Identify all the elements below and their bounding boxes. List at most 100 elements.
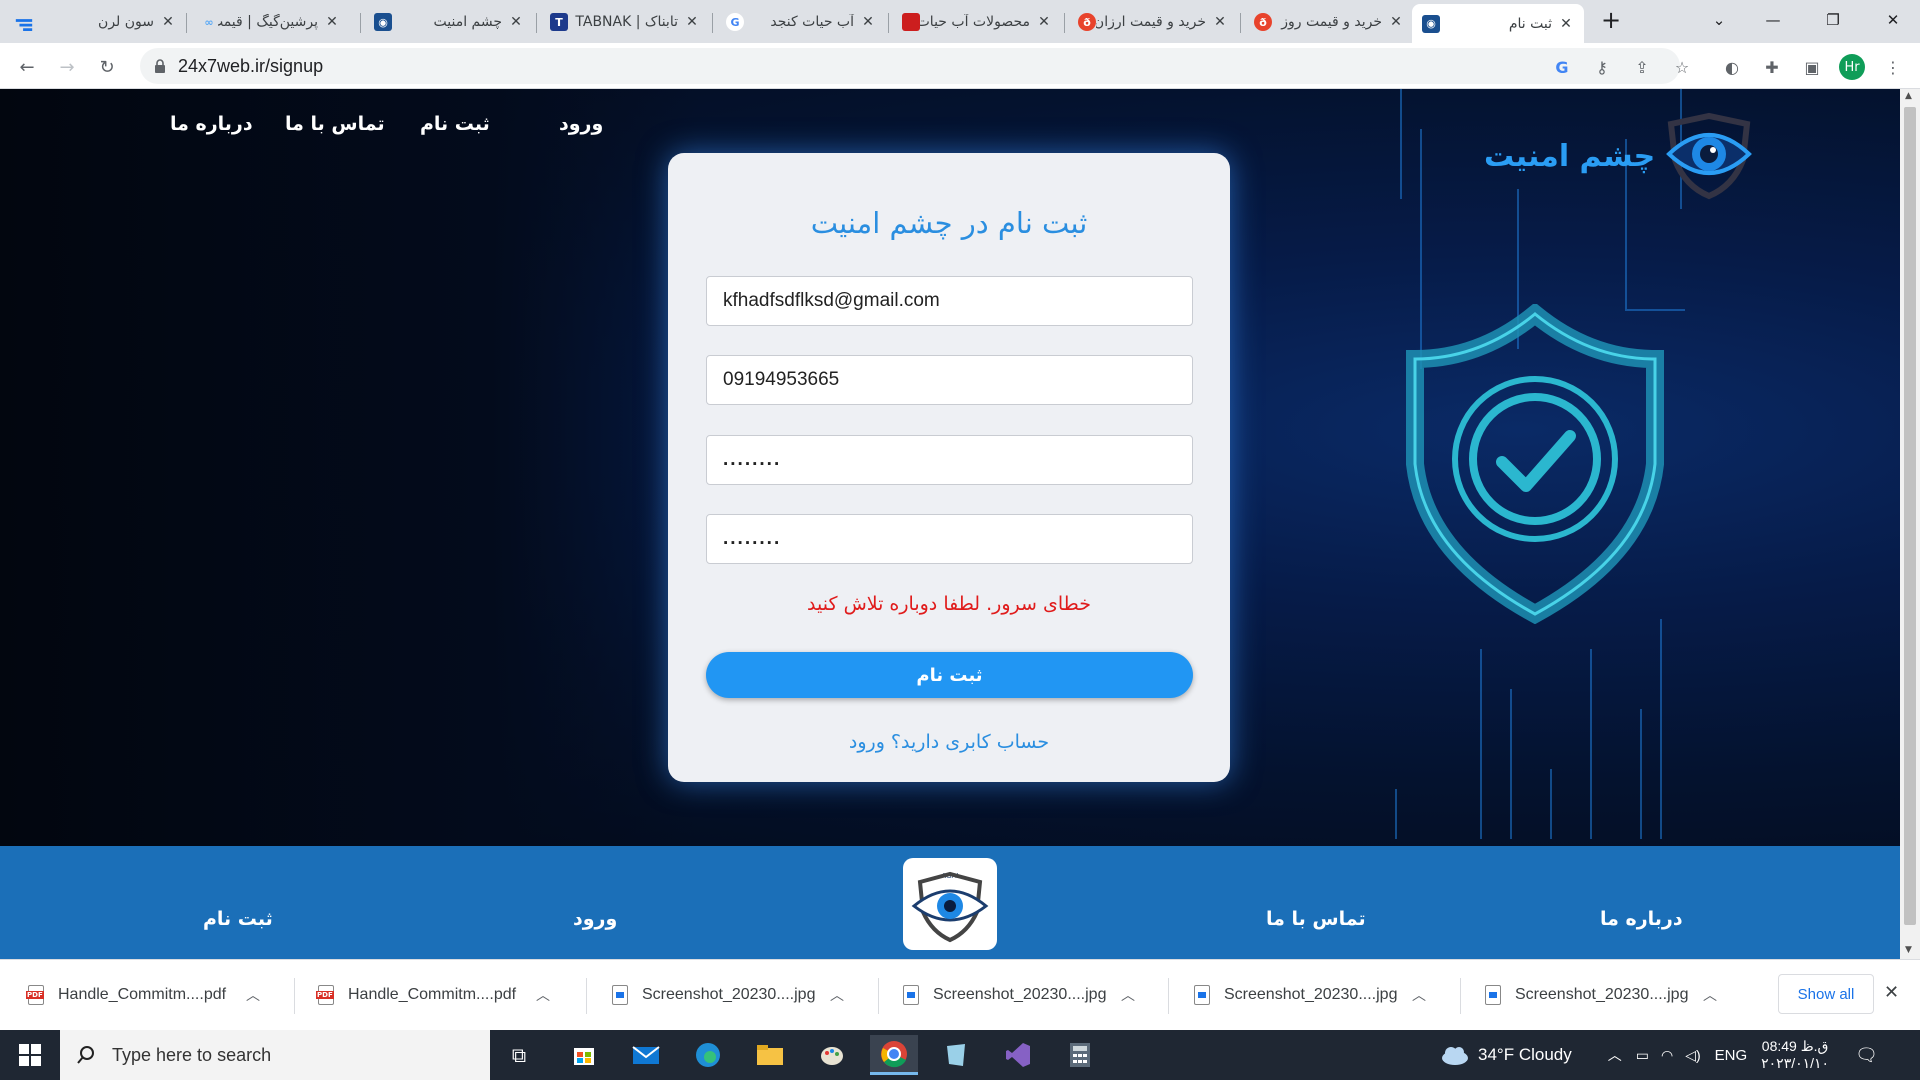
volume-icon[interactable]: ◁) xyxy=(1685,1047,1700,1064)
notification-icon[interactable]: 🗨 xyxy=(1855,1045,1878,1066)
download-item[interactable]: Screenshot_20230....jpg ︿ xyxy=(1194,970,1439,1020)
footer-login-link[interactable]: ورود xyxy=(573,908,617,930)
tab-sevenlearn[interactable]: سون لرن ✕ xyxy=(40,4,186,40)
brand-name: چشم امنیت xyxy=(1484,138,1656,174)
vertical-scrollbar[interactable]: ▲ ▼ xyxy=(1900,89,1920,959)
sidebar-icon[interactable]: ▣ xyxy=(1799,54,1825,80)
edge-icon[interactable] xyxy=(684,1035,732,1075)
system-tray: 34°F Cloudy ︿ ▭ ◠ ◁) ENG 08:49 ق.ظ ۲۰۲۳/… xyxy=(1440,1030,1878,1080)
chevron-up-icon[interactable]: ︿ xyxy=(817,985,857,1005)
nav-login[interactable]: ورود xyxy=(559,113,603,135)
key-icon[interactable]: ⚷ xyxy=(1589,54,1615,80)
download-item[interactable]: Handle_Commitm....pdf ︿ xyxy=(316,970,563,1020)
weather-text[interactable]: 34°F Cloudy xyxy=(1478,1045,1572,1065)
password-field[interactable] xyxy=(706,435,1193,485)
tab-cheshm-amniat[interactable]: ◉ چشم امنیت ✕ xyxy=(364,4,534,40)
app-icon[interactable] xyxy=(932,1035,980,1075)
tab-signup-active[interactable]: ◉ ثبت نام ✕ xyxy=(1412,4,1584,43)
microsoft-store-icon[interactable] xyxy=(560,1035,608,1075)
close-icon[interactable]: ✕ xyxy=(1036,14,1052,30)
start-button[interactable] xyxy=(0,1030,60,1080)
chevron-up-icon[interactable]: ︿ xyxy=(1108,985,1148,1005)
window-close-button[interactable]: ✕ xyxy=(1870,0,1916,40)
language-indicator[interactable]: ENG xyxy=(1715,1047,1748,1064)
nav-about[interactable]: درباره ما xyxy=(170,113,253,135)
bookmark-star-icon[interactable]: ☆ xyxy=(1669,54,1695,80)
forward-button[interactable]: → xyxy=(52,52,82,82)
reload-button[interactable]: ↻ xyxy=(92,52,122,82)
tab-digikala-1[interactable]: ð خرید و قیمت ارزان ✕ xyxy=(1068,4,1238,40)
tab-google-search[interactable]: G آب حیات کنجد ✕ xyxy=(716,4,886,40)
browser-toolbar: ← → ↻ 24x7web.ir/signup G ⚷ ⇪ ☆ ◐ ✚ ▣ Hr… xyxy=(0,43,1920,89)
extension-icon[interactable]: ◐ xyxy=(1719,54,1745,80)
download-item[interactable]: Screenshot_20230....jpg ︿ xyxy=(903,970,1148,1020)
download-item[interactable]: Screenshot_20230....jpg ︿ xyxy=(1485,970,1730,1020)
close-icon[interactable]: ✕ xyxy=(508,14,524,30)
chevron-up-icon[interactable]: ︿ xyxy=(1399,985,1439,1005)
address-bar[interactable]: 24x7web.ir/signup xyxy=(140,48,1680,84)
taskbar-search-box[interactable]: Type here to search xyxy=(60,1030,490,1080)
close-icon[interactable]: ✕ xyxy=(1388,14,1404,30)
close-icon[interactable]: ✕ xyxy=(324,14,340,30)
calculator-icon[interactable] xyxy=(1056,1035,1104,1075)
digikala-icon: ð xyxy=(1254,13,1272,31)
pdf-file-icon xyxy=(26,985,44,1005)
login-link[interactable]: حساب کابری دارید؟ ورود xyxy=(668,731,1230,753)
chevron-up-icon[interactable]: ︿ xyxy=(523,985,563,1005)
signup-submit-button[interactable]: ثبت نام xyxy=(706,652,1193,698)
scrollbar-thumb[interactable] xyxy=(1904,107,1916,925)
email-field[interactable] xyxy=(706,276,1193,326)
clock-time: 08:49 ق.ظ xyxy=(1761,1038,1829,1054)
google-lens-icon[interactable]: G xyxy=(1549,54,1575,80)
nav-signup[interactable]: ثبت نام xyxy=(420,113,490,135)
site-logo[interactable]: چشم امنیت xyxy=(1484,112,1755,200)
download-item[interactable]: Handle_Commitm....pdf ︿ xyxy=(26,970,273,1020)
phone-field[interactable] xyxy=(706,355,1193,405)
footer-contact-link[interactable]: تماس با ما xyxy=(1266,908,1366,930)
clock[interactable]: 08:49 ق.ظ ۲۰۲۳/۰۱/۱۰ xyxy=(1761,1038,1829,1072)
footer-signup-link[interactable]: ثبت نام xyxy=(203,908,273,930)
menu-icon[interactable]: ⋮ xyxy=(1880,54,1906,80)
chevron-up-icon[interactable]: ︿ xyxy=(1690,985,1730,1005)
red-square-icon xyxy=(902,13,920,31)
battery-icon[interactable]: ▭ xyxy=(1636,1047,1649,1064)
show-all-downloads-button[interactable]: Show all xyxy=(1778,974,1874,1014)
new-tab-button[interactable]: + xyxy=(1588,0,1634,40)
wifi-icon[interactable]: ◠ xyxy=(1661,1047,1673,1064)
file-explorer-icon[interactable] xyxy=(746,1035,794,1075)
puzzle-icon[interactable]: ✚ xyxy=(1759,54,1785,80)
tab-persiangig[interactable]: ∞ پرشین‌گیگ | قیمت ✕ xyxy=(190,4,350,40)
tab-tabnak[interactable]: T تابناک | TABNAK ✕ xyxy=(540,4,710,40)
footer-about-link[interactable]: درباره ما xyxy=(1600,908,1683,930)
tab-products[interactable]: محصولات آب حیات ✕ xyxy=(892,4,1062,40)
hero-section: درباره ما تماس با ما ثبت نام ورود چشم ام… xyxy=(0,89,1900,846)
pdf-file-icon xyxy=(316,985,334,1005)
eye-shield-logo-icon xyxy=(1666,112,1753,200)
nav-contact[interactable]: تماس با ما xyxy=(285,113,385,135)
download-item[interactable]: Screenshot_20230....jpg ︿ xyxy=(612,970,857,1020)
back-button[interactable]: ← xyxy=(12,52,42,82)
task-view-icon[interactable]: ⧉ xyxy=(495,1035,543,1075)
tab-search-icon[interactable] xyxy=(14,8,34,44)
close-icon[interactable]: ✕ xyxy=(1884,982,1899,1003)
close-icon[interactable]: ✕ xyxy=(160,14,176,30)
download-filename: Handle_Commitm....pdf xyxy=(58,986,227,1003)
close-icon[interactable]: ✕ xyxy=(1558,16,1574,32)
paint-icon[interactable] xyxy=(808,1035,856,1075)
chevron-up-icon[interactable]: ︿ xyxy=(1608,1045,1622,1065)
profile-avatar[interactable]: Hr xyxy=(1839,54,1865,80)
confirm-password-field[interactable] xyxy=(706,514,1193,564)
tab-digikala-2[interactable]: ð خرید و قیمت روز ✕ xyxy=(1244,4,1414,40)
mail-icon[interactable] xyxy=(622,1035,670,1075)
chevron-down-icon[interactable]: ⌄ xyxy=(1696,0,1742,40)
footer-logo[interactable]: AGAI xyxy=(903,858,997,950)
share-icon[interactable]: ⇪ xyxy=(1629,54,1655,80)
chrome-icon[interactable] xyxy=(870,1035,918,1075)
close-icon[interactable]: ✕ xyxy=(684,14,700,30)
visual-studio-icon[interactable] xyxy=(994,1035,1042,1075)
close-icon[interactable]: ✕ xyxy=(1212,14,1228,30)
maximize-button[interactable]: ❐ xyxy=(1810,0,1856,40)
close-icon[interactable]: ✕ xyxy=(860,14,876,30)
chevron-up-icon[interactable]: ︿ xyxy=(233,985,273,1005)
minimize-button[interactable]: — xyxy=(1750,0,1796,40)
